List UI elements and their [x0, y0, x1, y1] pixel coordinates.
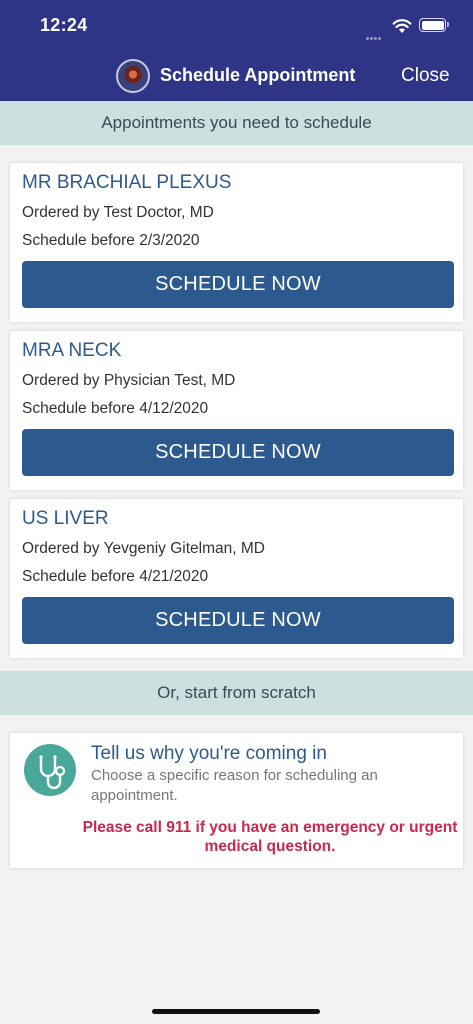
schedule-now-button[interactable]: SCHEDULE NOW	[22, 261, 454, 308]
home-indicator[interactable]	[152, 1009, 320, 1014]
app-header: 12:24 Schedule Appointment Close	[0, 0, 473, 101]
stethoscope-icon	[24, 744, 76, 796]
scratch-section-header: Or, start from scratch	[0, 671, 473, 715]
ordered-by-text: Ordered by Test Doctor, MD	[22, 204, 214, 221]
appointment-card: US LIVER Ordered by Yevgeniy Gitelman, M…	[10, 499, 463, 658]
schedule-before-text: Schedule before 2/3/2020	[22, 232, 200, 249]
appointment-name: MRA NECK	[22, 340, 122, 361]
schedule-now-button[interactable]: SCHEDULE NOW	[22, 429, 454, 476]
schedule-now-button[interactable]: SCHEDULE NOW	[22, 597, 454, 644]
schedule-before-text: Schedule before 4/12/2020	[22, 400, 209, 417]
reason-card[interactable]: Tell us why you're coming in Choose a sp…	[10, 733, 463, 868]
schedule-before-text: Schedule before 4/21/2020	[22, 568, 209, 585]
emergency-warning: Please call 911 if you have an emergency…	[82, 819, 458, 855]
close-button[interactable]: Close	[401, 65, 450, 87]
wifi-icon	[392, 19, 412, 33]
appointments-section-header: Appointments you need to schedule	[0, 101, 473, 145]
status-time: 12:24	[40, 15, 88, 35]
organization-logo	[116, 59, 150, 93]
reason-title: Tell us why you're coming in	[91, 743, 327, 764]
status-bar: 12:24	[0, 0, 473, 50]
reason-description: Choose a specific reason for scheduling …	[91, 767, 378, 804]
appointment-card: MR BRACHIAL PLEXUS Ordered by Test Docto…	[10, 163, 463, 322]
page-title: Schedule Appointment	[160, 65, 356, 85]
cellular-signal-icon	[366, 27, 382, 45]
ordered-by-text: Ordered by Physician Test, MD	[22, 372, 236, 389]
appointment-name: MR BRACHIAL PLEXUS	[22, 172, 232, 193]
appointment-name: US LIVER	[22, 508, 109, 529]
appointment-card: MRA NECK Ordered by Physician Test, MD S…	[10, 331, 463, 490]
ordered-by-text: Ordered by Yevgeniy Gitelman, MD	[22, 540, 265, 557]
battery-icon	[419, 18, 449, 32]
